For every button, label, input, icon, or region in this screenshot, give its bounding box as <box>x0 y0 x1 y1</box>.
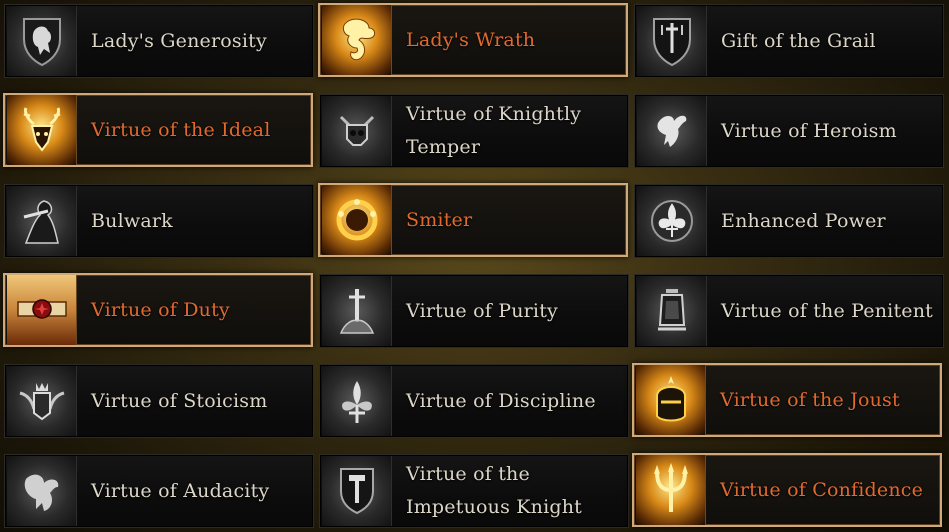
virtue-tile-virtue-of-the-joust[interactable]: Virtue of the Joust <box>632 363 942 437</box>
virtue-tile-virtue-of-duty[interactable]: Virtue of Duty <box>3 273 313 347</box>
virtue-label: Virtue of Confidence <box>720 478 924 501</box>
virtue-tile-virtue-of-the-penitent[interactable]: Virtue of the Penitent <box>634 274 944 348</box>
virtue-label: Smiter <box>406 208 473 231</box>
virtue-label: Virtue of Heroism <box>721 119 897 142</box>
stag-head-icon <box>7 95 77 165</box>
virtue-label: Virtue of Audacity <box>91 479 270 502</box>
virtue-label: Virtue of the Joust <box>720 388 900 411</box>
sword-in-stone-icon <box>322 276 392 346</box>
virtue-tile-virtue-of-the-impetuous-knight[interactable]: Virtue of the Impetuous Knight <box>319 454 629 528</box>
virtue-label: Virtue of the Penitent <box>721 299 934 322</box>
fleur-de-lis-icon <box>637 186 707 256</box>
virtue-tile-virtue-of-the-ideal[interactable]: Virtue of the Ideal <box>3 93 313 167</box>
virtue-tile-ladys-generosity[interactable]: Lady's Generosity <box>4 4 314 78</box>
virtue-tile-bulwark[interactable]: Bulwark <box>4 184 314 258</box>
virtue-tile-virtue-of-stoicism[interactable]: Virtue of Stoicism <box>4 364 314 438</box>
virtue-tile-virtue-of-heroism[interactable]: Virtue of Heroism <box>634 94 944 168</box>
virtue-label: Virtue of the Ideal <box>91 118 271 141</box>
horned-skull-icon <box>322 96 392 166</box>
virtue-label: Lady's Generosity <box>91 29 267 52</box>
virtue-label: Virtue of the Impetuous Knight <box>406 463 583 518</box>
knight-helm-icon <box>636 365 706 435</box>
cloaked-figure-icon <box>7 186 77 256</box>
virtue-tile-virtue-of-purity[interactable]: Virtue of Purity <box>319 274 629 348</box>
virtue-label: Gift of the Grail <box>721 29 876 52</box>
banner-seal-icon <box>7 275 77 345</box>
pegasus-icon <box>637 96 707 166</box>
winged-crown-icon <box>7 366 77 436</box>
virtue-tile-gift-of-the-grail[interactable]: Gift of the Grail <box>634 4 944 78</box>
virtue-tile-virtue-of-knightly-temper[interactable]: Virtue of Knightly Temper <box>319 94 629 168</box>
virtue-label: Virtue of Duty <box>91 298 230 321</box>
trident-icon <box>636 455 706 525</box>
virtue-label: Lady's Wrath <box>406 28 536 51</box>
virtue-label: Enhanced Power <box>721 209 886 232</box>
fleur-crest-icon <box>322 366 392 436</box>
virtue-tile-smiter[interactable]: Smiter <box>318 183 628 257</box>
virtue-tile-virtue-of-confidence[interactable]: Virtue of Confidence <box>632 453 942 527</box>
virtue-tile-virtue-of-discipline[interactable]: Virtue of Discipline <box>319 364 629 438</box>
hammer-shield-icon <box>322 456 392 526</box>
burning-ring-icon <box>322 185 392 255</box>
lion-shield-icon <box>7 6 77 76</box>
griffon-icon <box>7 456 77 526</box>
virtue-label: Virtue of Purity <box>406 299 558 322</box>
virtue-label: Virtue of Stoicism <box>91 389 268 412</box>
virtue-tile-enhanced-power[interactable]: Enhanced Power <box>634 184 944 258</box>
virtue-label: Virtue of Knightly Temper <box>406 103 582 158</box>
virtue-tile-virtue-of-audacity[interactable]: Virtue of Audacity <box>4 454 314 528</box>
lantern-icon <box>637 276 707 346</box>
virtue-label: Bulwark <box>91 209 173 232</box>
virtue-label: Virtue of Discipline <box>406 389 596 412</box>
virtue-grid: Lady's Generosity Lady's Wrath Gift of t… <box>0 0 949 532</box>
virtue-tile-ladys-wrath[interactable]: Lady's Wrath <box>318 3 628 77</box>
grail-shield-icon <box>637 6 707 76</box>
dragon-icon <box>322 5 392 75</box>
